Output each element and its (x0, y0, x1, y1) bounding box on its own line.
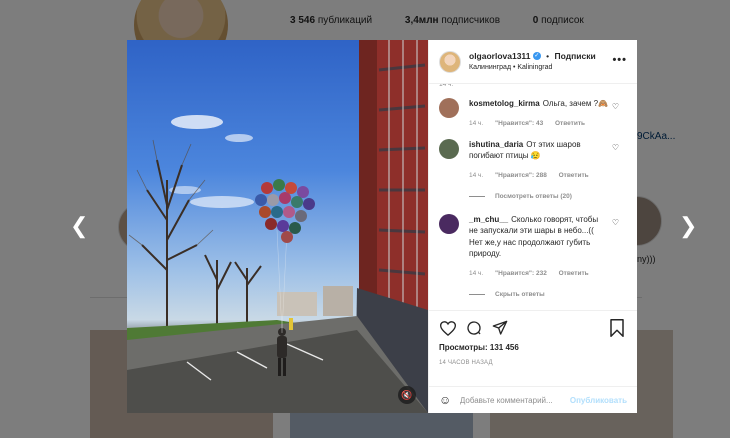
commenter-username[interactable]: kosmetolog_kirma (469, 99, 540, 108)
post-location[interactable]: Калининград • Kaliningrad (469, 62, 596, 74)
author-avatar[interactable] (439, 50, 461, 73)
comment-item: ishutina_daria От этих шаров погибают пти… (439, 138, 627, 179)
comment-icon[interactable] (465, 319, 483, 337)
share-icon[interactable] (491, 319, 509, 337)
post-sidebar: olgaorlova1311 ✓ • Подписки Калининград … (428, 40, 637, 413)
comment-text: Ольга, зачем ?🙈 (542, 99, 608, 108)
views-count[interactable]: Просмотры: 131 456 (439, 343, 627, 352)
commenter-avatar[interactable] (439, 213, 459, 234)
reply-button[interactable]: Ответить (559, 270, 589, 277)
separator-dot: • (546, 50, 550, 61)
comment-meta: 14 ч. "Нравится": 232 Ответить (469, 270, 609, 277)
comment-likes[interactable]: "Нравится": 43 (495, 120, 543, 127)
commenter-username[interactable]: _m_chu__ (469, 215, 508, 224)
like-comment-heart-icon[interactable]: ♡ (612, 143, 619, 152)
comments-list[interactable]: 14 ч. kosmetolog_kirma Ольга, зачем ?🙈 14… (429, 84, 637, 310)
reply-button[interactable]: Ответить (555, 120, 585, 127)
chevron-left-icon[interactable]: ❮ (70, 215, 88, 237)
comment-time: 14 ч. (469, 269, 484, 277)
emoji-icon[interactable]: ☺ (439, 393, 452, 407)
comment-likes[interactable]: "Нравится": 232 (495, 270, 547, 277)
commenter-avatar[interactable] (439, 98, 459, 118)
view-replies-button[interactable]: Посмотреть ответы (20) (469, 193, 627, 200)
verified-badge-icon: ✓ (532, 52, 541, 61)
post-actions: Просмотры: 131 456 14 ЧАСОВ НАЗАД (429, 310, 637, 386)
comment-time: 14 ч. (469, 119, 484, 127)
commenter-username[interactable]: ishutina_daria (469, 140, 523, 149)
heart-icon[interactable] (439, 319, 457, 337)
more-options-icon[interactable]: ••• (612, 54, 627, 66)
post-modal: 🔇 olgaorlova1311 ✓ • Подписки Калинингра… (127, 40, 637, 413)
post-timestamp[interactable]: 14 ЧАСОВ НАЗАД (439, 360, 627, 366)
chevron-right-icon[interactable]: ❯ (679, 215, 697, 237)
like-comment-heart-icon[interactable]: ♡ (612, 102, 619, 111)
like-comment-heart-icon[interactable]: ♡ (612, 218, 619, 227)
publish-button[interactable]: Опубликовать (570, 396, 627, 405)
author-username[interactable]: olgaorlova1311 (469, 51, 530, 61)
post-header: olgaorlova1311 ✓ • Подписки Калининград … (429, 40, 637, 84)
comment-likes[interactable]: "Нравится": 288 (495, 172, 547, 179)
follow-status-button[interactable]: Подписки (555, 51, 596, 61)
comment-time: 14 ч. (439, 84, 454, 88)
author-info: olgaorlova1311 ✓ • Подписки Калининград … (469, 50, 596, 74)
reply-button[interactable]: Ответить (559, 172, 589, 179)
commenter-avatar[interactable] (439, 138, 459, 159)
comment-composer: ☺ Опубликовать (429, 386, 637, 413)
mute-icon[interactable]: 🔇 (398, 386, 416, 404)
hide-replies-button[interactable]: Скрыть ответы (469, 291, 627, 298)
bookmark-icon[interactable] (609, 319, 627, 337)
comment-meta: 14 ч. "Нравится": 43 Ответить (469, 120, 609, 127)
comment-input[interactable] (459, 395, 570, 405)
post-video[interactable]: 🔇 (127, 40, 428, 413)
comment-meta: 14 ч. "Нравится": 288 Ответить (469, 172, 609, 179)
comment-time: 14 ч. (469, 171, 484, 179)
comment-item: _m_chu__ Сколько говорят, чтобы не запуск… (439, 213, 627, 277)
comment-item: kosmetolog_kirma Ольга, зачем ?🙈 14 ч. "Н… (439, 98, 627, 127)
post-video-scene (127, 40, 428, 413)
